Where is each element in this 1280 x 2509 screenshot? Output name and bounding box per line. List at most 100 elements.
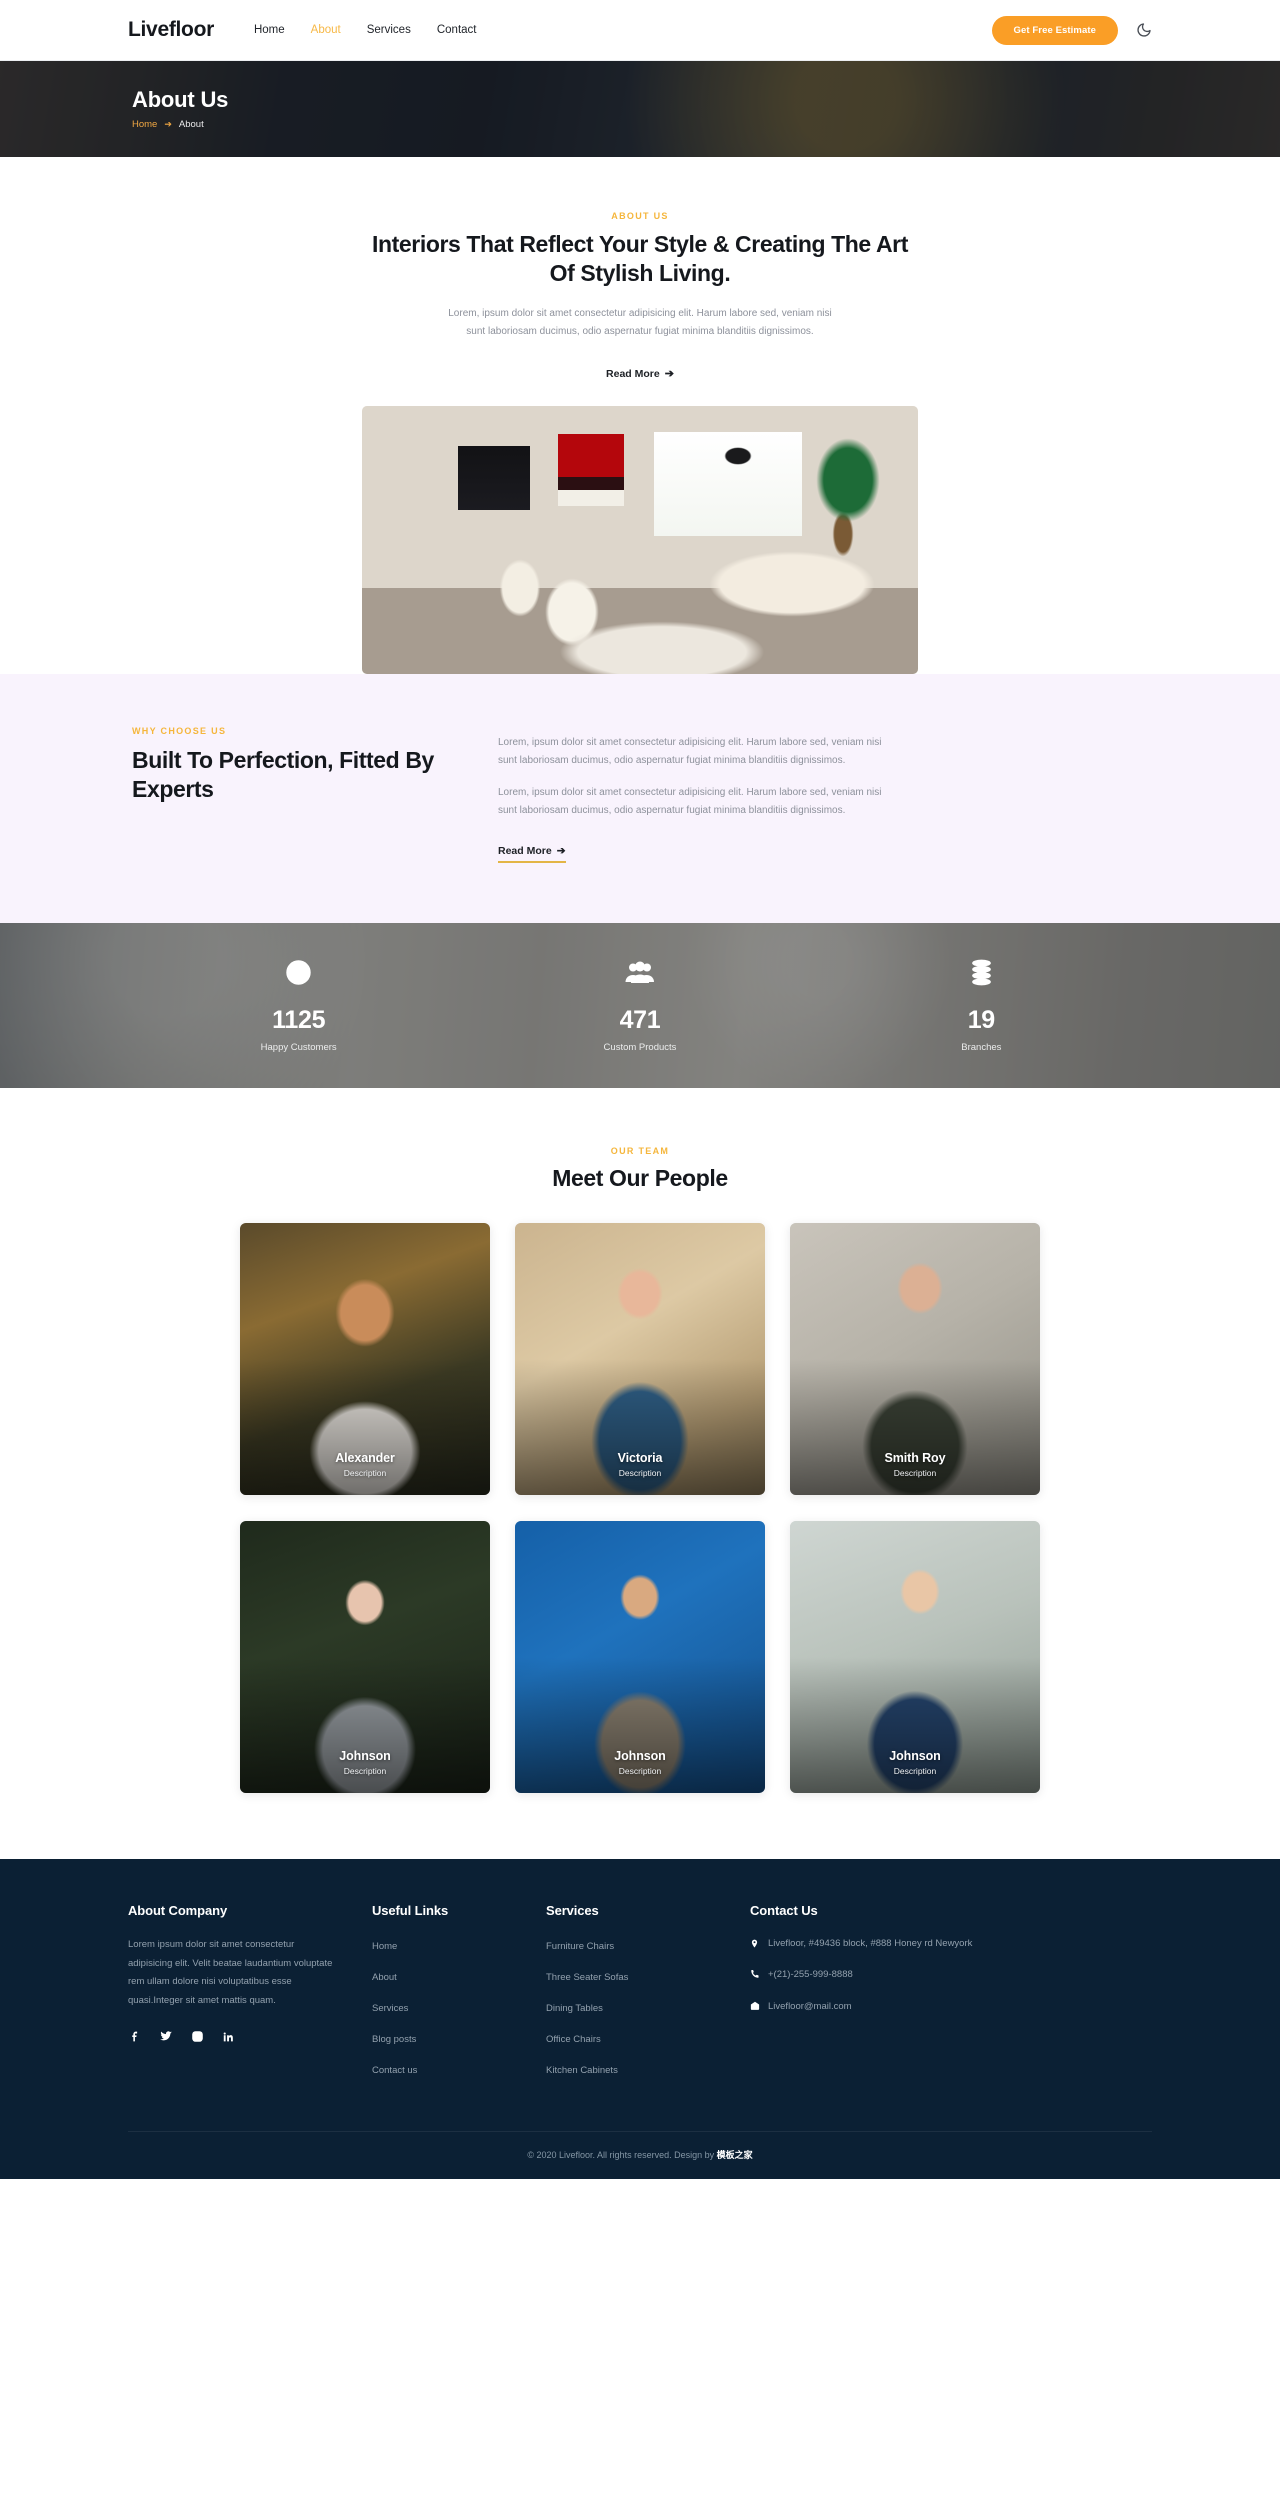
list-item: Dining Tables: [546, 1998, 736, 2016]
counter-value: 19: [967, 1005, 996, 1034]
team-section: OUR TEAM Meet Our People Alexander Descr…: [0, 1087, 1280, 1860]
team-member-card[interactable]: Victoria Description: [515, 1223, 765, 1496]
contact-address: Livefloor, #49436 block, #888 Honey rd N…: [768, 1938, 973, 1950]
team-member-card[interactable]: Johnson Description: [240, 1521, 490, 1794]
team-member-name: Johnson: [614, 1749, 666, 1764]
contact-phone[interactable]: +(21)-255-999-8888: [768, 1967, 853, 1983]
footer-link-blog-posts[interactable]: Blog posts: [372, 2034, 416, 2045]
footer-service-furniture-chairs[interactable]: Furniture Chairs: [546, 1941, 614, 1952]
footer-service-kitchen-cabinets[interactable]: Kitchen Cabinets: [546, 2065, 618, 2076]
footer-link-about[interactable]: About: [372, 1972, 397, 1983]
people-icon: [469, 958, 810, 988]
nav-item-home[interactable]: Home: [254, 24, 285, 36]
why-choose-us-section: WHY CHOOSE US Built To Perfection, Fitte…: [0, 673, 1280, 923]
footer-service-dining-tables[interactable]: Dining Tables: [546, 2003, 603, 2014]
footer-service-three-seater-sofas[interactable]: Three Seater Sofas: [546, 1972, 628, 1983]
team-heading: Meet Our People: [552, 1164, 728, 1191]
about-image: [362, 405, 918, 674]
counter-value: 1125: [272, 1005, 326, 1034]
nav-item-contact[interactable]: Contact: [437, 24, 477, 36]
instagram-icon[interactable]: [190, 2029, 204, 2043]
footer-about-title: About Company: [128, 1903, 228, 1919]
footer-services-list: Furniture Chairs Three Seater Sofas Dini…: [546, 1936, 736, 2078]
twitter-icon[interactable]: [159, 2029, 173, 2043]
why-read-more-link[interactable]: Read More ➔: [498, 845, 566, 863]
team-member-description: Description: [618, 1766, 662, 1777]
breadcrumb-current: About: [178, 119, 204, 131]
list-item: Three Seater Sofas: [546, 1967, 736, 1985]
get-free-estimate-button[interactable]: Get Free Estimate: [991, 15, 1118, 45]
footer-useful-links-list: Home About Services Blog posts Contact u…: [372, 1936, 532, 2078]
team-member-card[interactable]: Johnson Description: [790, 1521, 1040, 1794]
facebook-icon[interactable]: [128, 2029, 142, 2043]
team-grid: Alexander Description Victoria Descripti…: [240, 1223, 1040, 1794]
contact-phone-row: +(21)-255-999-8888: [750, 1967, 1152, 1983]
team-member-description: Description: [618, 1468, 662, 1479]
counter-label: Custom Products: [603, 1041, 677, 1053]
team-member-card[interactable]: Smith Roy Description: [790, 1223, 1040, 1496]
smiley-icon: [128, 958, 469, 988]
database-stack-icon: [811, 958, 1152, 988]
footer-link-services[interactable]: Services: [372, 2003, 408, 2014]
team-member-name: Alexander: [335, 1451, 395, 1466]
page-banner: About Us Home ➔ About: [0, 61, 1280, 157]
contact-email-row: Livefloor@mail.com: [750, 1999, 1152, 2015]
nav-item-services[interactable]: Services: [367, 24, 411, 36]
counter-label: Branches: [961, 1041, 1002, 1053]
about-eyebrow: ABOUT US: [611, 211, 669, 221]
footer-link-home[interactable]: Home: [372, 1941, 397, 1952]
footer-service-office-chairs[interactable]: Office Chairs: [546, 2034, 601, 2045]
team-member-card[interactable]: Johnson Description: [515, 1521, 765, 1794]
team-member-card[interactable]: Alexander Description: [240, 1223, 490, 1496]
living-room-photo: [362, 405, 918, 674]
linkedin-icon[interactable]: [221, 2029, 235, 2043]
about-paragraph: Lorem, ipsum dolor sit amet consectetur …: [448, 307, 832, 338]
breadcrumb-arrow-icon: ➔: [164, 119, 172, 130]
phone-icon: [750, 1967, 760, 1979]
breadcrumb-home-link[interactable]: Home: [132, 119, 157, 130]
list-item: Services: [372, 1998, 532, 2016]
contact-address-row: Livefloor, #49436 block, #888 Honey rd N…: [750, 1936, 1152, 1952]
breadcrumb: Home ➔ About: [132, 119, 1152, 130]
list-item: Home: [372, 1936, 532, 1954]
why-paragraph-1: Lorem, ipsum dolor sit amet consectetur …: [498, 736, 882, 767]
list-item: Kitchen Cabinets: [546, 2060, 736, 2078]
team-member-name: Johnson: [339, 1749, 391, 1764]
site-footer: About Company Lorem ipsum dolor sit amet…: [0, 1859, 1280, 2180]
social-links: [128, 2029, 358, 2043]
team-member-description: Description: [343, 1766, 387, 1777]
team-member-name: Smith Roy: [884, 1451, 946, 1466]
footer-services-column: Services Furniture Chairs Three Seater S…: [546, 1903, 736, 2091]
brand-logo[interactable]: Livefloor: [128, 18, 214, 42]
list-item: Contact us: [372, 2060, 532, 2078]
team-eyebrow: OUR TEAM: [610, 1145, 670, 1156]
footer-about-column: About Company Lorem ipsum dolor sit amet…: [128, 1903, 358, 2091]
moon-icon[interactable]: [1136, 22, 1152, 38]
counter-custom-products: 471 Custom Products: [469, 958, 810, 1053]
about-read-more-label: Read More: [606, 367, 660, 380]
about-read-more-link[interactable]: Read More ➔: [606, 367, 674, 381]
footer-services-title: Services: [546, 1903, 599, 1919]
counter-happy-customers: 1125 Happy Customers: [128, 958, 469, 1053]
list-item: Blog posts: [372, 2029, 532, 2047]
team-member-description: Description: [343, 1468, 387, 1479]
nav-item-about[interactable]: About: [311, 24, 341, 36]
counter-value: 471: [619, 1005, 661, 1034]
about-heading: Interiors That Reflect Your Style & Crea…: [372, 231, 908, 287]
why-heading: Built To Perfection, Fitted By Experts: [132, 746, 434, 803]
envelope-icon: [750, 1999, 760, 2011]
team-member-description: Description: [893, 1766, 937, 1777]
why-eyebrow: WHY CHOOSE US: [132, 725, 227, 736]
footer-link-contact-us[interactable]: Contact us: [372, 2065, 417, 2076]
site-header: Livefloor Home About Services Contact Ge…: [0, 0, 1280, 61]
contact-email[interactable]: Livefloor@mail.com: [768, 1999, 852, 2015]
counter-branches: 19 Branches: [811, 958, 1152, 1053]
footer-useful-links-column: Useful Links Home About Services Blog po…: [372, 1903, 532, 2091]
copyright-credit[interactable]: 模板之家: [717, 2150, 753, 2160]
list-item: Office Chairs: [546, 2029, 736, 2047]
location-pin-icon: [750, 1936, 760, 1949]
list-item: About: [372, 1967, 532, 1985]
copyright-text: © 2020 Livefloor. All rights reserved. D…: [527, 2150, 717, 2161]
footer-useful-links-title: Useful Links: [372, 1903, 449, 1919]
about-intro-section: ABOUT US Interiors That Reflect Your Sty…: [0, 157, 1280, 674]
